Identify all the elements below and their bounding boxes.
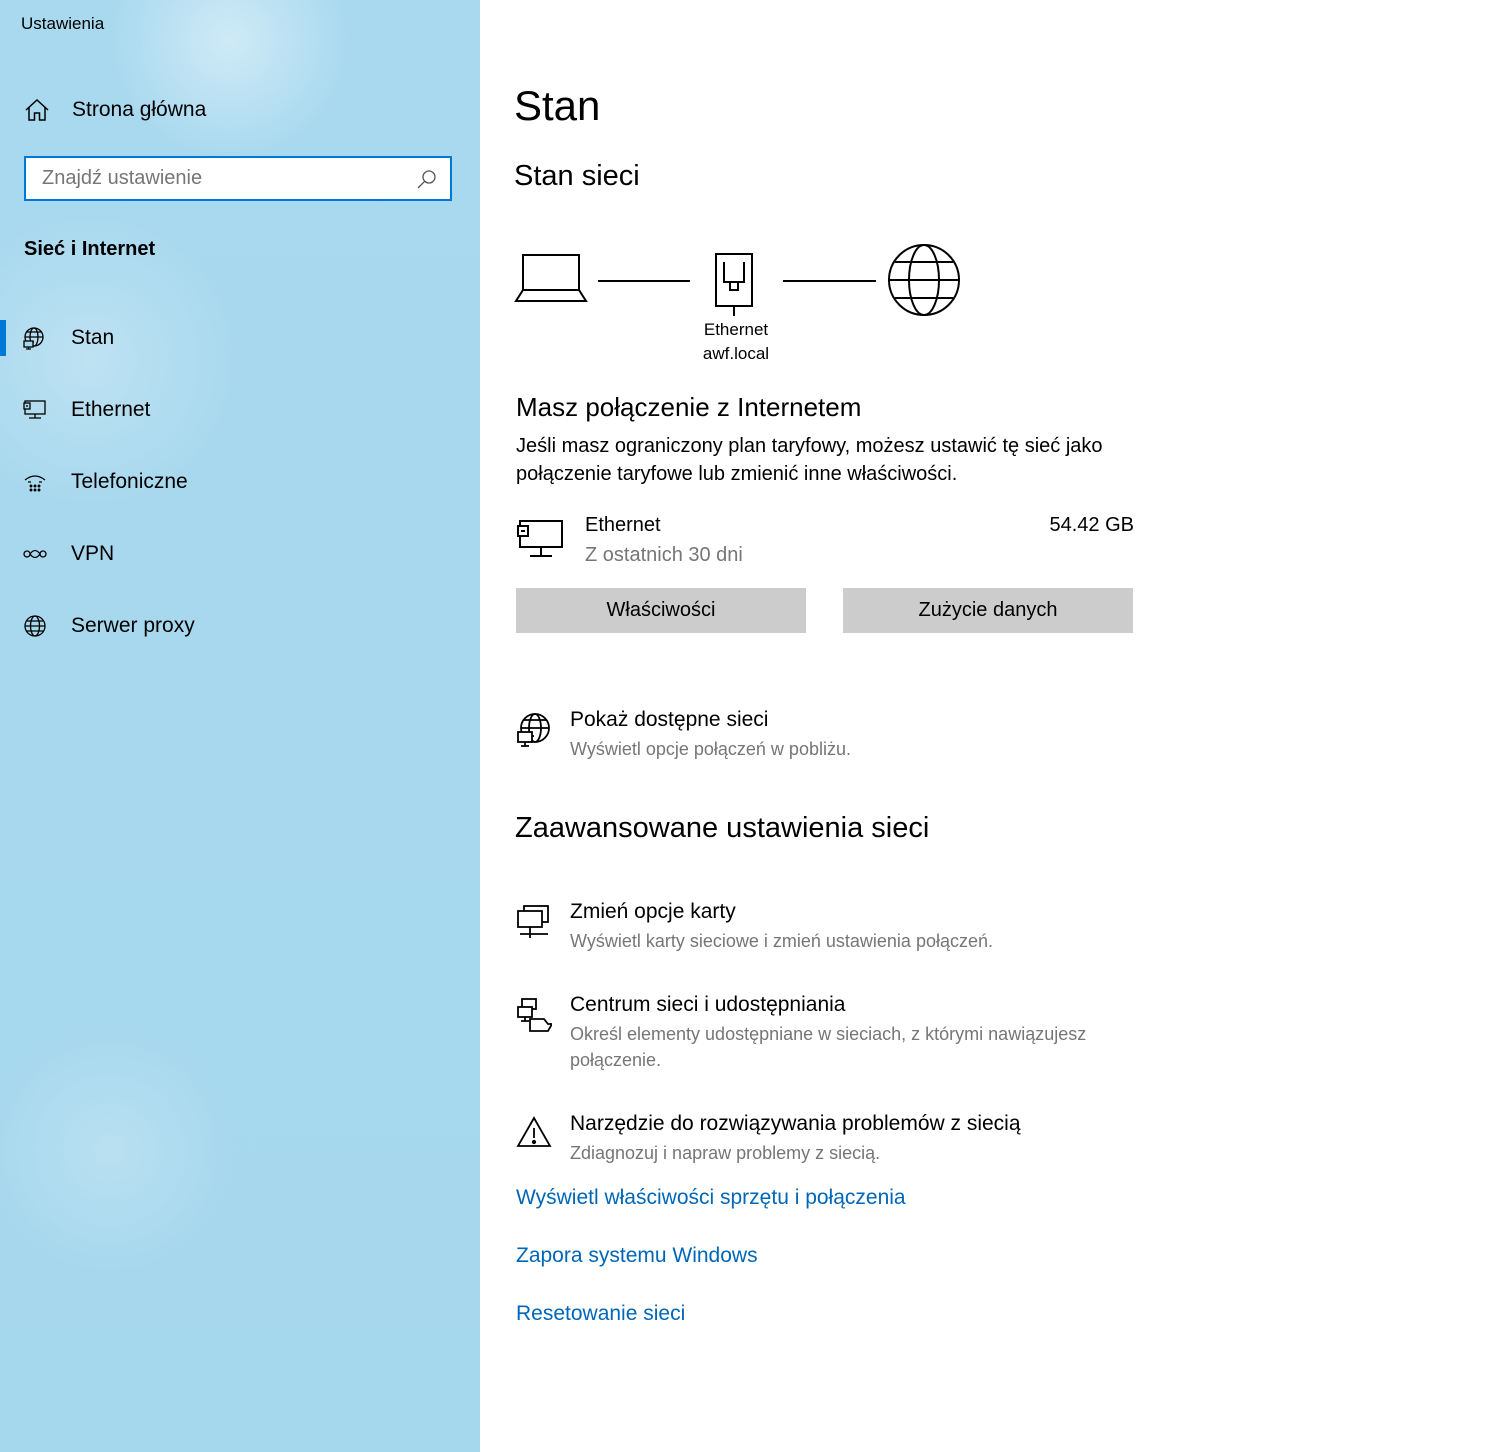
change-adapter-options-desc: Wyświetl karty sieciowe i zmień ustawien… bbox=[570, 931, 993, 951]
globe-status-icon bbox=[23, 327, 44, 350]
ethernet-usage-icon bbox=[517, 520, 563, 557]
sidebar-item-serwer-proxy[interactable]: Serwer proxy bbox=[0, 602, 480, 650]
usage-period: Z ostatnich 30 dni bbox=[585, 544, 743, 566]
sidebar-item-label: Serwer proxy bbox=[71, 614, 195, 637]
internet-globe-icon bbox=[888, 244, 960, 316]
search-box[interactable] bbox=[24, 156, 452, 201]
sidebar: Ustawienia Strona główna Sieć i Internet… bbox=[0, 0, 480, 1452]
section-title: Sieć i Internet bbox=[24, 238, 156, 260]
warning-icon bbox=[516, 1116, 552, 1147]
usage-adapter-name: Ethernet bbox=[585, 514, 661, 536]
connection-description: Jeśli masz ograniczony plan taryfowy, mo… bbox=[516, 435, 1103, 485]
globe-status-icon bbox=[517, 713, 550, 747]
properties-button[interactable]: Właściwości bbox=[516, 588, 806, 633]
home-label: Strona główna bbox=[72, 98, 207, 121]
search-icon[interactable] bbox=[416, 168, 438, 190]
app-title: Ustawienia bbox=[21, 14, 105, 33]
sidebar-item-label: Telefoniczne bbox=[71, 470, 188, 493]
sidebar-item-vpn[interactable]: VPN bbox=[0, 530, 480, 578]
main-content: Stan Stan sieci Ethernet awf.local Masz … bbox=[480, 0, 1488, 1452]
network-sharing-center-desc: Określ elementy udostępniane w sieciach,… bbox=[570, 1024, 1087, 1070]
laptop-icon bbox=[514, 254, 588, 302]
sidebar-item-ethernet[interactable]: Ethernet bbox=[0, 386, 480, 434]
sidebar-item-label: VPN bbox=[71, 542, 115, 565]
data-usage-button[interactable]: Zużycie danych bbox=[843, 588, 1133, 633]
dialup-icon bbox=[24, 475, 46, 492]
network-troubleshooter-title: Narzędzie do rozwiązywania problemów z s… bbox=[570, 1112, 1021, 1135]
ethernet-port-icon bbox=[715, 253, 753, 316]
sidebar-item-telefoniczne[interactable]: Telefoniczne bbox=[0, 458, 480, 506]
sidebar-item-stan[interactable]: Stan bbox=[0, 314, 480, 362]
network-troubleshooter-desc: Zdiagnozuj i napraw problemy z siecią. bbox=[570, 1143, 881, 1163]
network-reset-link[interactable]: Resetowanie sieci bbox=[516, 1302, 685, 1326]
home-link[interactable]: Strona główna bbox=[24, 92, 206, 128]
advanced-settings-title: Zaawansowane ustawienia sieci bbox=[515, 812, 930, 844]
globe-icon bbox=[24, 615, 46, 637]
network-adapters-icon bbox=[517, 905, 549, 938]
show-networks-title: Pokaż dostępne sieci bbox=[570, 708, 769, 731]
ethernet-icon bbox=[23, 400, 46, 419]
show-networks-desc: Wyświetl opcje połączeń w pobliżu. bbox=[570, 739, 851, 759]
hardware-properties-link[interactable]: Wyświetl właściwości sprzętu i połączeni… bbox=[516, 1186, 906, 1210]
windows-firewall-link[interactable]: Zapora systemu Windows bbox=[516, 1244, 758, 1268]
sidebar-item-label: Ethernet bbox=[71, 398, 151, 421]
network-diagram: Ethernet awf.local bbox=[514, 240, 974, 370]
home-icon bbox=[25, 98, 49, 121]
adapter-name: Ethernet bbox=[703, 320, 769, 339]
diagram-label: Ethernet awf.local bbox=[676, 318, 796, 366]
connection-status-title: Masz połączenie z Internetem bbox=[516, 392, 862, 422]
change-adapter-options-title: Zmień opcje karty bbox=[570, 900, 736, 923]
network-status-title: Stan sieci bbox=[514, 160, 640, 192]
page-title: Stan bbox=[514, 82, 601, 129]
network-name: awf.local bbox=[702, 344, 770, 363]
vpn-icon bbox=[23, 549, 47, 559]
network-sharing-center-title: Centrum sieci i udostępniania bbox=[570, 993, 846, 1016]
sidebar-item-label: Stan bbox=[71, 326, 115, 349]
search-input[interactable] bbox=[26, 166, 416, 191]
network-sharing-icon bbox=[517, 998, 552, 1032]
usage-amount: 54.42 GB bbox=[1049, 514, 1134, 536]
